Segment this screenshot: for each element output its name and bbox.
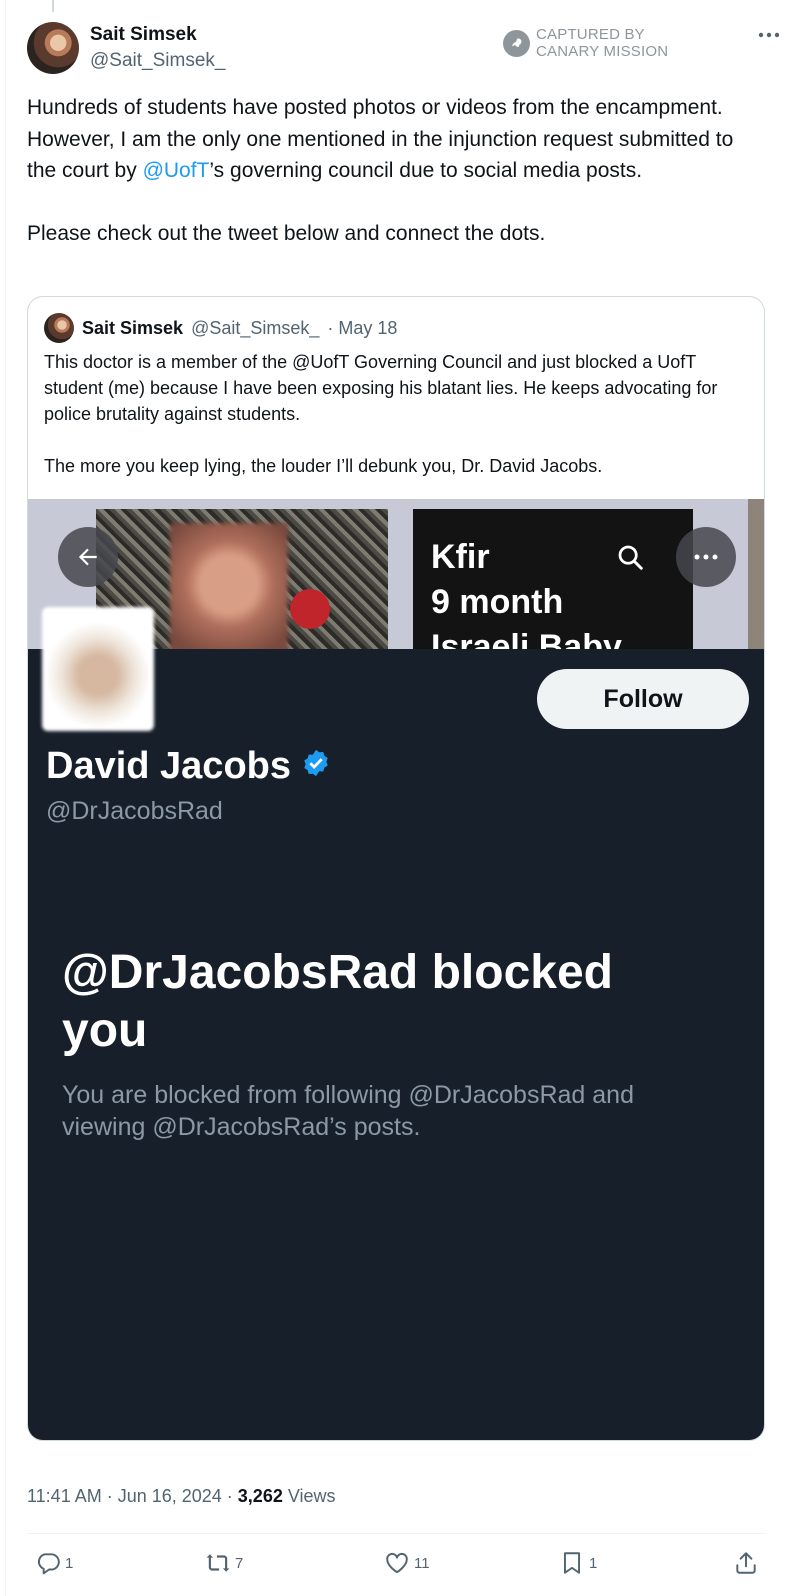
tweet-paragraph-2: Please check out the tweet below and con…: [27, 222, 546, 245]
profile-handle: @DrJacobsRad: [46, 797, 223, 825]
like-icon: [386, 1552, 408, 1574]
more-icon[interactable]: [751, 20, 787, 50]
action-divider: [27, 1533, 767, 1534]
canary-logo-icon: [503, 29, 530, 57]
share-icon: [736, 1552, 756, 1574]
watermark: CAPTURED BY CANARY MISSION: [503, 26, 686, 60]
tweet-body: Hundreds of students have posted photos …: [27, 92, 767, 281]
share-button[interactable]: [733, 1550, 759, 1576]
reply-icon: [37, 1553, 60, 1575]
thread-line: [52, 0, 54, 12]
quote-paragraph-2: The more you keep lying, the louder I’ll…: [44, 456, 603, 476]
like-count: 11: [414, 1554, 430, 1572]
blocked-subtitle: You are blocked from following @DrJacobs…: [62, 1081, 634, 1141]
profile-more-icon[interactable]: [676, 527, 736, 587]
watermark-text: CAPTURED BY CANARY MISSION: [536, 26, 669, 60]
quote-author-name[interactable]: Sait Simsek: [82, 318, 183, 339]
poster-line-2: 9 month: [431, 583, 564, 621]
quote-header: Sait Simsek @Sait_Simsek_ · May 18: [44, 313, 397, 343]
author-handle[interactable]: @Sait_Simsek_: [90, 50, 225, 72]
banner-edge: [748, 499, 764, 649]
search-icon[interactable]: [602, 529, 658, 585]
profile-name-row: David Jacobs: [46, 745, 331, 788]
tweet-header: Sait Simsek @Sait_Simsek_ CAPTURED BY CA…: [27, 20, 787, 76]
quote-author-handle[interactable]: @Sait_Simsek_: [191, 318, 319, 339]
quote-paragraph-1: This doctor is a member of the @UofT Gov…: [44, 352, 718, 424]
repost-button[interactable]: 7: [205, 1550, 243, 1576]
mention-link[interactable]: @UofT: [143, 159, 210, 182]
banner-red-badge: [290, 589, 330, 629]
bookmark-icon: [563, 1552, 581, 1574]
profile-name: David Jacobs: [46, 745, 291, 787]
bookmark-count: 1: [589, 1554, 598, 1572]
poster-line-1: Kfir: [431, 538, 490, 576]
quoted-tweet[interactable]: Sait Simsek @Sait_Simsek_ · May 18 This …: [27, 296, 765, 1441]
action-bar: 1 7 11 1: [27, 1550, 767, 1584]
tweet-timestamp: 11:41 AM · Jun 16, 2024 · 3,262 Views: [27, 1486, 336, 1507]
quote-body: This doctor is a member of the @UofT Gov…: [44, 349, 744, 505]
poster-text: Kfir 9 month Israeli Baby: [431, 535, 622, 649]
tweet-text-part: ’s governing council due to social media…: [209, 159, 643, 182]
like-button[interactable]: 11: [384, 1550, 430, 1576]
profile-avatar: [42, 607, 154, 731]
quote-author-avatar[interactable]: [44, 313, 74, 343]
back-arrow-icon[interactable]: [58, 527, 118, 587]
profile-screenshot-image[interactable]: Kfir 9 month Israeli Baby Follow David J…: [28, 499, 764, 1440]
left-edge-divider: [5, 0, 6, 1596]
repost-icon: [206, 1554, 230, 1572]
views-label: Views: [282, 1486, 336, 1506]
quote-date[interactable]: · May 18: [327, 318, 397, 339]
blocked-title: @DrJacobsRad blocked you: [62, 946, 613, 1057]
timestamp-text[interactable]: 11:41 AM · Jun 16, 2024 ·: [27, 1486, 238, 1506]
blurred-face: [170, 523, 288, 649]
bookmark-button[interactable]: 1: [559, 1550, 597, 1576]
follow-button[interactable]: Follow: [537, 669, 749, 729]
tweet-paragraph-1: Hundreds of students have posted photos …: [27, 92, 767, 187]
reply-count: 1: [65, 1554, 74, 1572]
author-name[interactable]: Sait Simsek: [90, 24, 197, 46]
views-count: 3,262: [237, 1486, 283, 1506]
poster-line-3: Israeli Baby: [431, 628, 622, 649]
verified-badge-icon: [301, 745, 331, 788]
reply-button[interactable]: 1: [35, 1550, 73, 1576]
author-avatar[interactable]: [27, 22, 79, 74]
repost-count: 7: [235, 1554, 244, 1572]
